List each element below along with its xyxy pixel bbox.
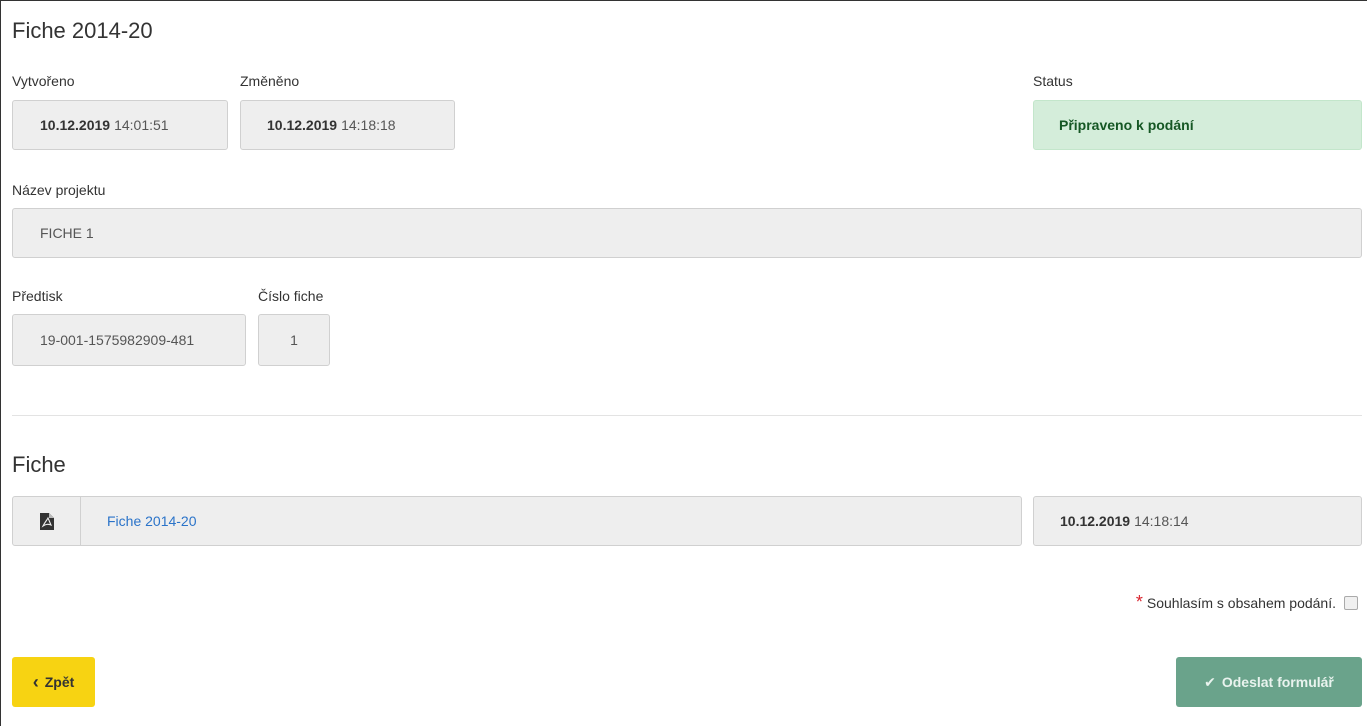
check-icon: ✔ [1204,673,1216,690]
project-name-label: Název projektu [12,182,106,198]
status-label: Status [1033,73,1073,89]
created-label: Vytvořeno [12,73,75,89]
fiche-file-date-field: 10.12.2019 14:18:14 [1033,496,1362,546]
fiche-file-link[interactable]: Fiche 2014-20 [107,513,197,529]
cislo-fiche-field: 1 [258,314,330,366]
status-badge: Připraveno k podání [1033,100,1362,150]
predtisk-field: 19-001-1575982909-481 [12,314,246,366]
page-title: Fiche 2014-20 [12,18,153,43]
changed-field: 10.12.2019 14:18:18 [240,100,455,150]
changed-date: 10.12.2019 [267,117,338,133]
back-button[interactable]: ‹ Zpět [12,657,95,707]
agree-label: Souhlasím s obsahem podání. [1146,594,1336,611]
agree-row: * Souhlasím s obsahem podání. [1136,592,1358,613]
fiche-file-date: 10.12.2019 [1060,513,1131,529]
changed-time: 14:18:18 [341,117,396,133]
created-date: 10.12.2019 [40,117,111,133]
predtisk-label: Předtisk [12,288,63,304]
fiche-file-row: Fiche 2014-20 [12,496,1022,546]
section-divider [12,415,1362,416]
project-name-field: FICHE 1 [12,208,1362,258]
chevron-left-icon: ‹ [32,671,39,692]
changed-label: Změněno [240,73,300,89]
created-time: 14:01:51 [114,117,169,133]
fiche-file-time: 14:18:14 [1134,513,1189,529]
agree-checkbox[interactable] [1344,595,1358,610]
cislo-fiche-label: Číslo fiche [258,288,324,304]
submit-form-button[interactable]: ✔ Odeslat formulář [1176,657,1362,707]
created-field: 10.12.2019 14:01:51 [12,100,228,150]
submit-form-label: Odeslat formulář [1221,674,1334,690]
required-mark: * [1135,592,1143,612]
pdf-file-icon [13,497,81,545]
fiche-section-title: Fiche [12,452,66,477]
back-button-label: Zpět [44,674,75,690]
